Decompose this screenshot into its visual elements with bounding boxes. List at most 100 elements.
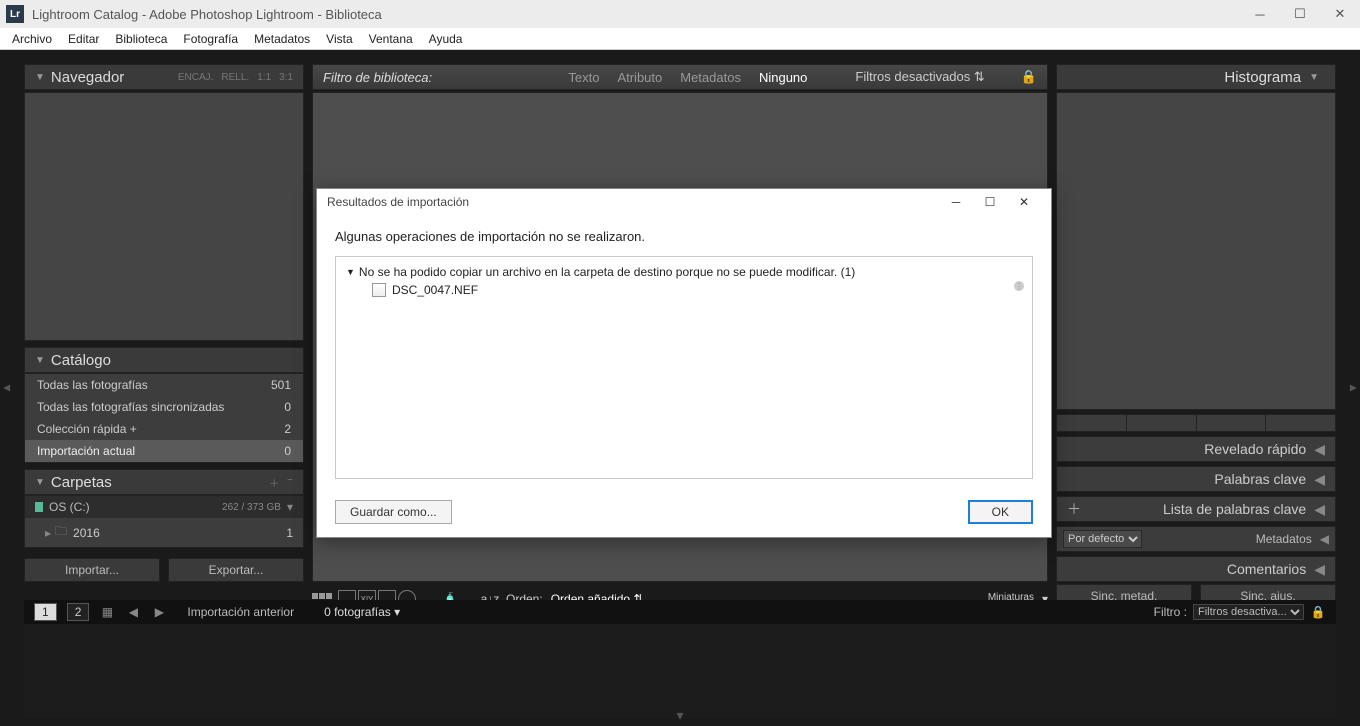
panel-palabras-clave[interactable]: Palabras clave◀ [1056, 466, 1336, 492]
filter-metadatos[interactable]: Metadatos [680, 70, 741, 85]
back-arrow-icon[interactable]: ◀ [125, 604, 141, 620]
dialog-maximize-button[interactable]: ☐ [973, 191, 1007, 213]
hist-channel-4[interactable] [1266, 415, 1335, 431]
folder-icon: 🗀 [55, 522, 67, 543]
chevron-left-icon: ◀ [1314, 441, 1325, 458]
save-as-button[interactable]: Guardar como... [335, 500, 452, 524]
chevron-right-icon: ▸ [45, 526, 51, 540]
error-file-row[interactable]: DSC_0047.NEF [346, 279, 1022, 297]
histogram-header[interactable]: Histograma ▼ [1056, 64, 1336, 90]
navigator-header[interactable]: ▼ Navegador ENCAJ. RELL. 1:1 3:1 [24, 64, 304, 90]
filter-select[interactable]: Filtros desactiva... [1193, 604, 1304, 620]
catalog-row-synced[interactable]: Todas las fotografías sincronizadas0 [25, 396, 303, 418]
filters-off-dropdown[interactable]: Filtros desactivados ⇅ [855, 69, 984, 85]
secondary-display-toggle[interactable]: 2 [67, 603, 90, 621]
export-button[interactable]: Exportar... [168, 558, 304, 582]
error-group-row[interactable]: ▼ No se ha podido copiar un archivo en l… [346, 265, 1022, 279]
dialog-close-button[interactable]: ✕ [1007, 191, 1041, 213]
chevron-left-icon: ◀ [1320, 532, 1329, 546]
menu-editar[interactable]: Editar [68, 32, 99, 46]
scroll-indicator-icon: ⋮ [1014, 281, 1024, 291]
filter-label: Filtro : [1154, 605, 1187, 619]
status-bar: 1 2 ▦ ◀ ▶ Importación anterior 0 fotogra… [24, 600, 1336, 624]
chevron-left-icon: ◀ [1314, 471, 1325, 488]
catalog-row-all[interactable]: Todas las fotografías501 [25, 374, 303, 396]
plus-icon[interactable]: ＋ [1067, 499, 1081, 519]
file-icon [372, 283, 386, 297]
menu-archivo[interactable]: Archivo [12, 32, 52, 46]
import-results-dialog: Resultados de importación ─ ☐ ✕ Algunas … [316, 188, 1052, 538]
histogram-title: Histograma [1224, 69, 1301, 86]
close-button[interactable]: ✕ [1320, 2, 1360, 26]
filter-ninguno[interactable]: Ninguno [759, 70, 807, 85]
chevron-down-icon: ▼ [1309, 72, 1319, 83]
dialog-minimize-button[interactable]: ─ [939, 191, 973, 213]
histogram-panel [1056, 92, 1336, 410]
panel-lista-palabras-clave[interactable]: ＋Lista de palabras clave◀ [1056, 496, 1336, 522]
menu-metadatos[interactable]: Metadatos [254, 32, 310, 46]
chevron-down-icon[interactable]: ▾ [287, 500, 293, 514]
nav-3-1[interactable]: 3:1 [279, 72, 293, 83]
grid-icon[interactable]: ▦ [99, 604, 115, 620]
app-logo: Lr [6, 5, 24, 23]
metadata-preset-select[interactable]: Por defecto [1063, 530, 1142, 548]
menu-fotografia[interactable]: Fotografía [183, 32, 238, 46]
dialog-error-list: ▼ No se ha podido copiar un archivo en l… [335, 256, 1033, 479]
filter-title: Filtro de biblioteca: [323, 70, 432, 85]
chevron-down-icon: ▼ [35, 477, 45, 488]
folder-row[interactable]: ▸ 🗀 2016 1 [25, 518, 303, 547]
folders-header[interactable]: ▼ Carpetas ＋− [24, 469, 304, 495]
catalog-header[interactable]: ▼ Catálogo [24, 347, 304, 373]
forward-arrow-icon[interactable]: ▶ [151, 604, 167, 620]
hist-channel-3[interactable] [1197, 415, 1267, 431]
filter-atributo[interactable]: Atributo [617, 70, 662, 85]
minimize-button[interactable]: ─ [1240, 2, 1280, 26]
chevron-updown-icon: ⇅ [974, 69, 985, 84]
chevron-down-icon: ▼ [35, 355, 45, 366]
chevron-down-icon: ▼ [35, 72, 45, 83]
filmstrip[interactable] [24, 624, 1336, 718]
import-button[interactable]: Importar... [24, 558, 160, 582]
nav-fit[interactable]: ENCAJ. [178, 72, 214, 83]
navigator-panel [24, 92, 304, 341]
primary-display-toggle[interactable]: 1 [34, 603, 57, 621]
catalog-row-current-import[interactable]: Importación actual0 [25, 440, 303, 462]
drive-status-icon [35, 502, 43, 512]
menu-ayuda[interactable]: Ayuda [429, 32, 463, 46]
dialog-message: Algunas operaciones de importación no se… [335, 229, 1033, 244]
collapse-right-icon[interactable]: ▾ [1344, 384, 1360, 391]
panel-metadatos[interactable]: Por defecto Metadatos ◀ [1056, 526, 1336, 552]
chevron-left-icon: ◀ [1314, 561, 1325, 578]
menu-ventana[interactable]: Ventana [369, 32, 413, 46]
panel-comentarios[interactable]: Comentarios◀ [1056, 556, 1336, 582]
lock-icon[interactable]: 🔒 [1310, 604, 1326, 620]
filter-texto[interactable]: Texto [568, 70, 599, 85]
catalog-row-quick[interactable]: Colección rápida +2 [25, 418, 303, 440]
drive-row[interactable]: OS (C:) 262 / 373 GB ▾ [25, 496, 303, 518]
folders-title: Carpetas [51, 474, 112, 491]
navigator-title: Navegador [51, 69, 124, 86]
lock-icon[interactable]: 🔒 [1021, 69, 1037, 85]
os-titlebar: Lr Lightroom Catalog - Adobe Photoshop L… [0, 0, 1360, 28]
folders-minus-icon[interactable]: − [287, 475, 293, 490]
maximize-button[interactable]: ☐ [1280, 2, 1320, 26]
menu-bar: Archivo Editar Biblioteca Fotografía Met… [0, 28, 1360, 50]
ok-button[interactable]: OK [968, 500, 1033, 524]
window-title: Lightroom Catalog - Adobe Photoshop Ligh… [32, 7, 382, 22]
nav-1-1[interactable]: 1:1 [257, 72, 271, 83]
photo-count[interactable]: 0 fotografías ▾ [324, 605, 400, 619]
hist-channel-2[interactable] [1127, 415, 1197, 431]
library-filter-bar: Filtro de biblioteca: Texto Atributo Met… [312, 64, 1048, 90]
collapse-left-icon[interactable]: ▾ [0, 384, 16, 391]
hist-channel-1[interactable] [1057, 415, 1127, 431]
menu-vista[interactable]: Vista [326, 32, 352, 46]
nav-fill[interactable]: RELL. [221, 72, 249, 83]
dialog-titlebar[interactable]: Resultados de importación ─ ☐ ✕ [317, 189, 1051, 215]
prev-import-label[interactable]: Importación anterior [187, 605, 294, 619]
chevron-left-icon: ◀ [1314, 501, 1325, 518]
catalog-title: Catálogo [51, 352, 111, 369]
menu-biblioteca[interactable]: Biblioteca [115, 32, 167, 46]
collapse-bottom-icon[interactable]: ▾ [676, 707, 683, 724]
panel-revelado-rapido[interactable]: Revelado rápido◀ [1056, 436, 1336, 462]
folders-add-icon[interactable]: ＋ [269, 475, 279, 490]
